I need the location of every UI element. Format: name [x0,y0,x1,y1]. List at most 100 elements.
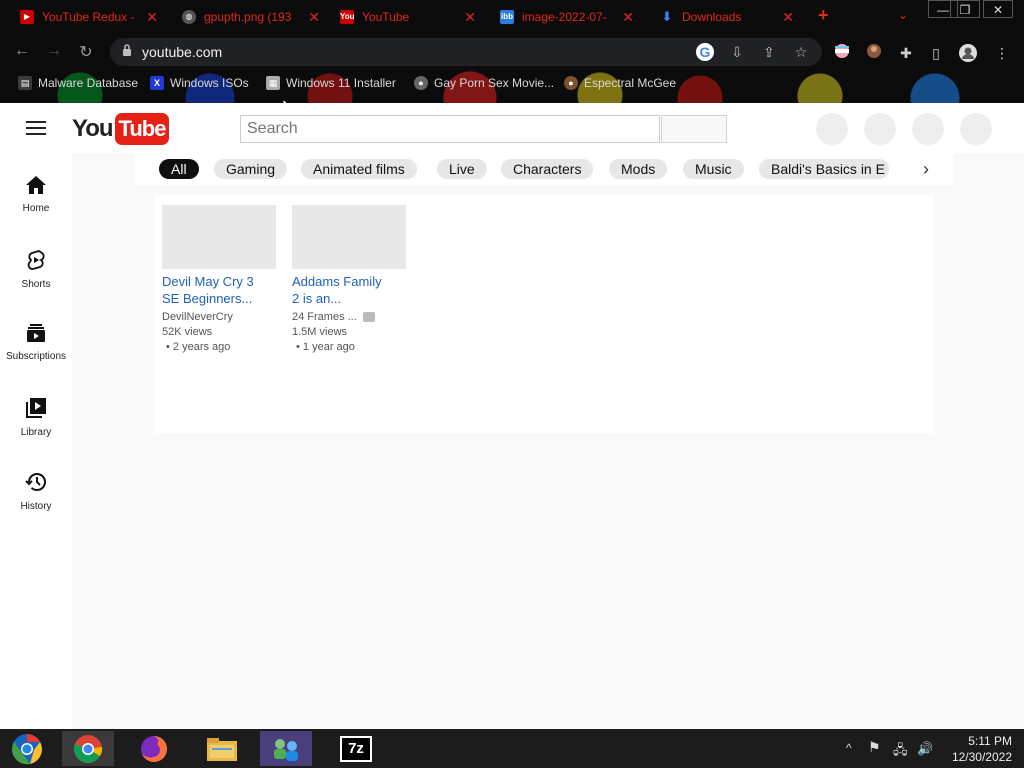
tab-youtube[interactable]: You YouTube ✕ [334,6,482,28]
sidebar-item-library[interactable]: Library [0,397,72,457]
profile-avatar-icon[interactable] [958,43,978,63]
masthead-button-4[interactable] [960,113,992,145]
ibb-favicon: ibb [500,10,514,24]
sidebar-item-home[interactable]: Home [0,175,72,235]
new-tab-button[interactable]: + [818,5,829,26]
google-icon[interactable]: G [696,43,714,61]
chip-all[interactable]: All [159,159,199,179]
video-title[interactable]: Devil May Cry 3 SE Beginners... [162,273,276,307]
tab-youtube-redux[interactable]: ▶ YouTube Redux - ✕ [14,6,164,28]
taskbar-firefox[interactable] [128,731,180,766]
url-text: youtube.com [142,44,223,60]
chip-animated-films[interactable]: Animated films [301,159,417,179]
tab-downloads[interactable]: ⬇ Downloads ✕ [654,6,800,28]
address-bar[interactable]: youtube.com G ⇩ ⇪ ☆ [110,38,822,66]
video-title[interactable]: Addams Family 2 is an... [292,273,406,307]
flag-extension-icon[interactable] [832,43,852,63]
upload-date: • 1 year ago [296,341,355,353]
start-button[interactable] [0,731,54,766]
bookmark-espectral-mcgee[interactable]: ● Espectral McGee [564,76,676,90]
close-tab-icon[interactable]: ✕ [464,9,476,26]
close-tab-icon[interactable]: ✕ [782,9,794,26]
bookmark-windows-11-installer[interactable]: ▦ Windows 11 Installer [266,76,396,90]
chip-live[interactable]: Live [437,159,487,179]
forward-arrow-icon[interactable]: → [44,42,64,60]
chip-baldis-basics[interactable]: Baldi's Basics in E [759,159,889,179]
channel-name[interactable]: DevilNeverCry [162,311,276,323]
youtube-page: You Tube Home Shorts Subscriptions Libra… [0,103,1024,729]
video-thumbnail[interactable] [292,205,406,269]
hamburger-menu-icon[interactable] [26,121,46,135]
download-icon: ⬇ [661,9,673,24]
home-icon [26,176,46,194]
chip-gaming[interactable]: Gaming [214,159,288,179]
close-window-button[interactable]: ✕ [983,0,1013,18]
video-card[interactable]: Addams Family 2 is an... 24 Frames ... 1… [292,205,406,353]
taskbar-chrome[interactable] [62,731,114,766]
action-center-flag-icon[interactable]: ⚑ [868,739,881,756]
sidebar-item-subscriptions[interactable]: Subscriptions [0,323,72,383]
close-tab-icon[interactable]: ✕ [622,9,634,26]
subscriptions-icon [27,324,45,342]
x-logo-icon: X [150,76,164,90]
masthead: You Tube [0,103,1024,153]
restore-button[interactable]: ❐ [950,0,980,18]
taskbar-network-app[interactable] [260,731,312,766]
tab-image[interactable]: ibb image-2022-07- ✕ [494,6,640,28]
bookmark-malware-database[interactable]: ▤ Malware Database [18,76,138,90]
chrome-start-orb [12,733,42,764]
sidebar-item-history[interactable]: History [0,471,72,531]
chip-characters[interactable]: Characters [501,159,594,179]
search-button[interactable] [661,115,727,143]
channel-name[interactable]: 24 Frames ... [292,311,406,323]
shorts-icon [27,250,45,270]
sidebar-item-shorts[interactable]: Shorts [0,249,72,309]
profile-extension-icon[interactable] [864,43,884,63]
system-clock[interactable]: 5:11 PM 12/30/2022 [952,733,1012,765]
site-icon: ● [564,76,578,90]
view-count: 52K views [162,326,213,338]
video-thumbnail[interactable] [162,205,276,269]
network-icon[interactable]: 🖧 [893,741,908,763]
youtube-favicon: You [340,10,355,24]
masthead-button-3[interactable] [912,113,944,145]
firefox-icon [141,735,167,762]
taskbar-7zip[interactable]: 7z [330,731,382,766]
bookmark-windows-isos[interactable]: X Windows ISOs [150,76,249,90]
side-panel-icon[interactable]: ▯ [926,43,946,63]
back-arrow-icon[interactable]: ← [12,42,32,60]
chevron-right-icon[interactable]: › [918,160,934,178]
reload-icon[interactable]: ↻ [76,42,96,62]
bookmark-site-4[interactable]: ● Gay Porn Sex Movie... [414,76,554,90]
extensions-puzzle-icon[interactable]: ✚ [896,43,916,63]
taskbar-file-explorer[interactable] [196,731,248,766]
tab-strip: ▶ YouTube Redux - ✕ ◍ gpupth.png (193 ✕ … [0,0,1024,34]
youtube-logo[interactable]: You Tube [72,113,170,145]
bookmark-star-icon[interactable]: ☆ [792,43,810,61]
library-icon [26,398,46,418]
tab-search-chevron-icon[interactable]: ⌄ [898,8,908,22]
bookmarks-bar: ▤ Malware Database X Windows ISOs ▦ Wind… [0,74,1024,96]
lock-icon [123,44,131,56]
video-card[interactable]: Devil May Cry 3 SE Beginners... DevilNev… [162,205,276,353]
tab-gpupth[interactable]: ◍ gpupth.png (193 ✕ [176,6,326,28]
show-hidden-icons-chevron-icon[interactable]: ^ [846,741,852,755]
file-explorer-icon [207,737,237,761]
install-app-icon[interactable]: ⇩ [728,43,746,61]
search-input[interactable] [240,115,660,143]
view-count: 1.5M views [292,326,348,338]
close-tab-icon[interactable]: ✕ [308,9,320,26]
windows-taskbar: 7z ^ ⚑ 🖧 🔊 5:11 PM 12/30/2022 [0,729,1024,768]
chip-bar: All Gaming Animated films Live Character… [135,153,953,185]
upload-date: • 2 years ago [166,341,231,353]
chip-music[interactable]: Music [683,159,744,179]
share-icon[interactable]: ⇪ [760,43,778,61]
history-icon [25,473,46,491]
masthead-button-1[interactable] [816,113,848,145]
masthead-button-2[interactable] [864,113,896,145]
close-tab-icon[interactable]: ✕ [146,9,158,26]
volume-icon[interactable]: 🔊 [917,741,933,757]
7zip-icon: 7z [340,735,372,762]
chip-mods[interactable]: Mods [609,159,668,179]
menu-kebab-icon[interactable]: ⋮ [992,43,1012,63]
